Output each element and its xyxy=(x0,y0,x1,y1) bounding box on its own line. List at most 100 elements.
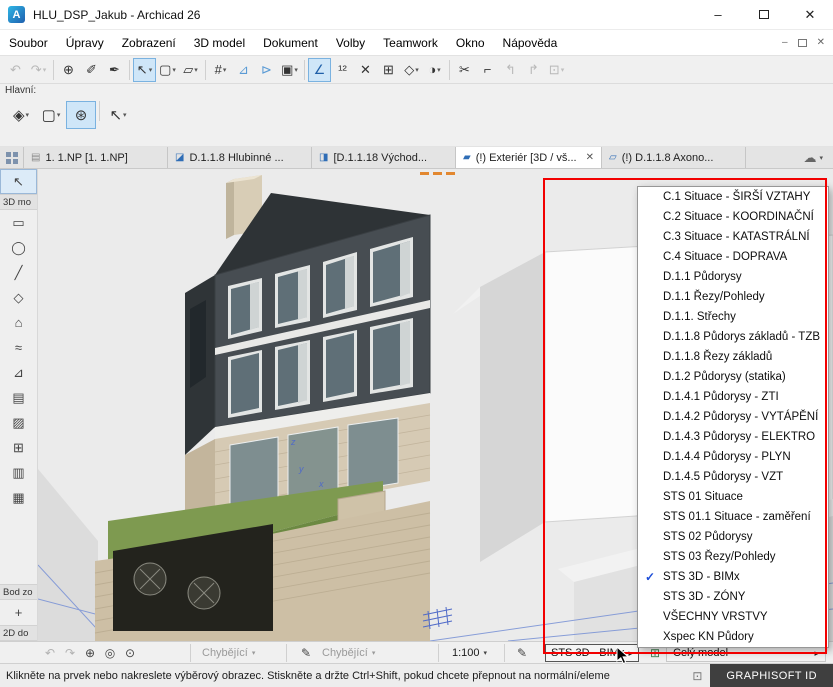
slab-tool[interactable]: ▤ xyxy=(0,385,37,410)
grid-tool[interactable]: ⊞ xyxy=(0,435,37,460)
menu-n-pov-da[interactable]: Nápověda xyxy=(494,30,567,55)
menu-zobrazen-[interactable]: Zobrazení xyxy=(113,30,185,55)
marquee-tool-button[interactable]: ▢▾ xyxy=(156,58,179,82)
layer-combination-item[interactable]: D.1.4.4 Půdorysy - PLYN xyxy=(638,447,828,467)
mesh-tool[interactable]: ▨ xyxy=(0,410,37,435)
column-tool[interactable]: ▥ xyxy=(0,460,37,485)
toolbox-section-label[interactable]: Bod zo xyxy=(0,584,37,600)
orbit-button[interactable]: ◎ xyxy=(100,646,120,660)
view-forward-button[interactable]: ↷ xyxy=(60,646,80,660)
scale-dropdown[interactable]: 1:100 ▾ xyxy=(452,642,487,664)
circle-tool[interactable]: ◯ xyxy=(0,235,37,260)
doc-minimize-button[interactable]: – xyxy=(782,37,788,48)
layer-combination-item[interactable]: D.1.1 Půdorysy xyxy=(638,267,828,287)
layer-combination-item[interactable]: D.1.1.8 Řezy základů xyxy=(638,347,828,367)
layer-combination-item[interactable]: C.4 Situace - DOPRAVA xyxy=(638,247,828,267)
dropdown-arrow-icon[interactable]: ▾ xyxy=(26,111,30,119)
split-button[interactable]: ✂ xyxy=(453,58,476,82)
layer-combination-item[interactable]: STS 03 Řezy/Pohledy xyxy=(638,547,828,567)
maximize-button[interactable] xyxy=(741,0,787,29)
undo-button[interactable]: ↶ xyxy=(4,58,27,82)
renovation-filter-dropdown[interactable]: Chybějící ▾ xyxy=(202,642,255,664)
layer-combination-item[interactable]: D.1.4.5 Půdorysy - VZT xyxy=(638,467,828,487)
pen-icon[interactable]: ✎ xyxy=(512,642,532,664)
zoom-button[interactable]: ⊕ xyxy=(80,646,100,660)
menu-3d-model[interactable]: 3D model xyxy=(185,30,254,55)
tab-item[interactable]: ▤1. 1.NP [1. 1.NP] xyxy=(24,147,168,168)
element-snap-button[interactable]: ∠ xyxy=(308,58,331,82)
dimension-style-dropdown[interactable]: Chybějící ▾ xyxy=(322,642,375,664)
layer-combination-item[interactable]: D.1.4.3 Půdorysy - ELEKTRO xyxy=(638,427,828,447)
marquee-button[interactable]: ▢▾ xyxy=(36,101,66,129)
favorites-button[interactable]: ◈▾ xyxy=(6,101,36,129)
toolbox-section-label[interactable]: 2D do xyxy=(0,625,37,641)
layer-combination-item[interactable]: D.1.4.2 Půdorysy - VYTÁPĚNÍ xyxy=(638,407,828,427)
dropdown-arrow-icon[interactable]: ▾ xyxy=(561,66,565,74)
tab-item[interactable]: ▱(!) D.1.1.8 Axono... xyxy=(602,147,746,168)
line-tool[interactable]: ╱ xyxy=(0,260,37,285)
menu-soubor[interactable]: Soubor xyxy=(0,30,57,55)
layer-combination-item[interactable]: Xspec KN Půdory xyxy=(638,627,828,647)
dropdown-arrow-icon[interactable]: ▾ xyxy=(294,66,298,74)
transform-button[interactable]: ▱▾ xyxy=(179,58,202,82)
cube-view-button[interactable]: ▣▾ xyxy=(278,58,301,82)
delete-button[interactable]: ✕ xyxy=(354,58,377,82)
dropdown-arrow-icon[interactable]: ▾ xyxy=(57,111,61,119)
pie-tool-button[interactable]: ◑▾ xyxy=(423,58,446,82)
dropdown-arrow-icon[interactable]: ▾ xyxy=(149,66,153,74)
layer-combination-item[interactable]: STS 01.1 Situace - zaměření xyxy=(638,507,828,527)
dropdown-arrow-icon[interactable]: ▾ xyxy=(123,111,127,119)
extend-button[interactable]: ↱ xyxy=(522,58,545,82)
snap-reference-button[interactable]: ⊳ xyxy=(255,58,278,82)
minimize-button[interactable]: – xyxy=(695,0,741,29)
redo-button[interactable]: ↷▾ xyxy=(27,58,50,82)
tab-item[interactable]: ◪D.1.1.8 Hlubinné ... xyxy=(168,147,312,168)
toolbox-section-label[interactable]: 3D mo xyxy=(0,194,37,210)
graphisoft-id-badge[interactable]: GRAPHISOFT ID xyxy=(710,664,833,687)
tab-item[interactable]: ◨[D.1.1.18 Východ... xyxy=(312,147,456,168)
zoom-fit-button[interactable]: ⊕ xyxy=(57,58,80,82)
layer-combination-item[interactable]: ✓STS 3D - BIMx xyxy=(638,567,828,587)
wall-tool[interactable]: ▦ xyxy=(0,485,37,510)
point-tool[interactable]: + xyxy=(0,600,37,625)
layer-combination-item[interactable]: STS 3D - ZÓNY xyxy=(638,587,828,607)
close-button[interactable]: ✕ xyxy=(787,0,833,29)
pick-parameters-button[interactable]: ✐ xyxy=(80,58,103,82)
diamond-tool-button[interactable]: ◇▾ xyxy=(400,58,423,82)
view-back-button[interactable]: ↶ xyxy=(40,646,60,660)
arrow-tool[interactable]: ↖ xyxy=(0,169,37,194)
layer-combination-item[interactable]: D.1.1. Střechy xyxy=(638,307,828,327)
layer-combination-item[interactable]: D.1.2 Půdorysy (statika) xyxy=(638,367,828,387)
menu-okno[interactable]: Okno xyxy=(447,30,494,55)
box-select-button[interactable]: ⊡▾ xyxy=(545,58,568,82)
layer-combination-item[interactable]: D.1.1.8 Půdorys základů - TZB xyxy=(638,327,828,347)
marker-tool[interactable]: ▭ xyxy=(0,210,37,235)
ramp-tool[interactable]: ⊿ xyxy=(0,360,37,385)
trim-button[interactable]: ↰ xyxy=(499,58,522,82)
layer-combination-item[interactable]: C.3 Situace - KATASTRÁLNÍ xyxy=(638,227,828,247)
grid-snap-button[interactable]: #▾ xyxy=(209,58,232,82)
dropdown-arrow-icon[interactable]: ▾ xyxy=(172,66,176,74)
tab-close-icon[interactable]: ✕ xyxy=(586,152,594,163)
layer-combination-item[interactable]: C.2 Situace - KOORDINAČNÍ xyxy=(638,207,828,227)
layer-combination-item[interactable]: D.1.4.1 Půdorysy - ZTI xyxy=(638,387,828,407)
layer-combination-item[interactable]: STS 01 Situace xyxy=(638,487,828,507)
layer-combination-item[interactable]: C.1 Situace - ŠIRŠÍ VZTAHY xyxy=(638,187,828,207)
drag-handle-marks[interactable] xyxy=(420,172,455,175)
menu-dokument[interactable]: Dokument xyxy=(254,30,327,55)
tab-overview-button[interactable] xyxy=(0,147,24,168)
doc-close-button[interactable]: ✕ xyxy=(817,37,825,48)
dropdown-arrow-icon[interactable]: ▾ xyxy=(43,66,47,74)
dropdown-arrow-icon[interactable]: ▾ xyxy=(415,66,419,74)
inject-parameters-button[interactable]: ✒ xyxy=(103,58,126,82)
guide-lines-button[interactable]: ⊿ xyxy=(232,58,255,82)
explore-button[interactable]: ⊙ xyxy=(120,646,140,660)
polygon-tool[interactable]: ◇ xyxy=(0,285,37,310)
teamwork-cloud-button[interactable]: ☁▾ xyxy=(793,147,833,168)
layer-combination-button[interactable]: STS 3D - BIMx ▸ xyxy=(545,644,639,662)
layer-combination-item[interactable]: D.1.1 Řezy/Pohledy xyxy=(638,287,828,307)
pan-button[interactable]: ⊛ xyxy=(66,101,96,129)
grid-tool-button[interactable]: ⊞ xyxy=(377,58,400,82)
layer-combination-item[interactable]: STS 02 Půdorysy xyxy=(638,527,828,547)
doc-restore-button[interactable] xyxy=(798,39,807,47)
